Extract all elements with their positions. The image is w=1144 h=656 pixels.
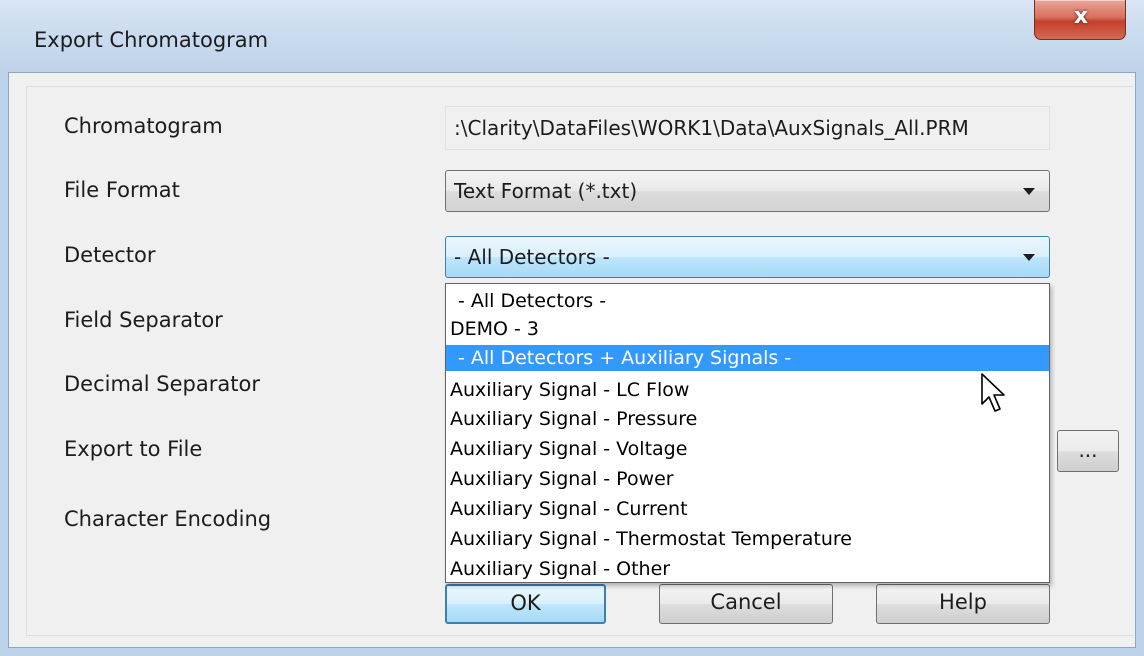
export-chromatogram-dialog: Export Chromatogram x Chromatogram :\Cla… [0, 0, 1144, 656]
mouse-pointer-icon [981, 373, 1005, 412]
export-to-file-label: Export to File [64, 437, 203, 461]
field-separator-label: Field Separator [64, 308, 223, 332]
chevron-down-icon [1023, 188, 1035, 195]
help-button[interactable]: Help [876, 584, 1050, 624]
detector-option[interactable]: DEMO - 3 [446, 316, 1049, 342]
detector-value: - All Detectors - [454, 245, 610, 269]
chromatogram-path-field: :\Clarity\DataFiles\WORK1\Data\AuxSignal… [445, 106, 1050, 150]
chromatogram-label: Chromatogram [64, 114, 223, 138]
detector-dropdown-list[interactable]: - All Detectors - DEMO - 3 - All Detecto… [445, 283, 1050, 583]
title-bar: Export Chromatogram x [0, 0, 1144, 72]
dialog-title: Export Chromatogram [34, 28, 269, 52]
file-format-select[interactable]: Text Format (*.txt) [445, 170, 1050, 212]
browse-button[interactable]: ... [1057, 430, 1119, 472]
close-icon: x [1073, 4, 1089, 29]
detector-option[interactable]: Auxiliary Signal - Voltage [446, 436, 1049, 462]
detector-option[interactable]: Auxiliary Signal - Current [446, 496, 1049, 522]
decimal-separator-label: Decimal Separator [64, 372, 260, 396]
detector-option[interactable]: Auxiliary Signal - Pressure [446, 406, 1049, 432]
detector-option[interactable]: Auxiliary Signal - Other [446, 556, 1049, 582]
detector-option[interactable]: Auxiliary Signal - Thermostat Temperatur… [446, 526, 1049, 552]
detector-option[interactable]: Auxiliary Signal - LC Flow [446, 377, 1049, 403]
close-button[interactable]: x [1034, 0, 1126, 40]
ok-button[interactable]: OK [445, 584, 606, 624]
detector-label: Detector [64, 243, 156, 267]
detector-option-highlighted[interactable]: - All Detectors + Auxiliary Signals - [446, 345, 1049, 371]
cancel-button[interactable]: Cancel [659, 584, 833, 624]
detector-option[interactable]: Auxiliary Signal - Power [446, 466, 1049, 492]
detector-select[interactable]: - All Detectors - [445, 236, 1050, 278]
file-format-label: File Format [64, 178, 180, 202]
chevron-down-icon [1023, 254, 1035, 261]
detector-option[interactable]: - All Detectors - [446, 288, 1049, 314]
character-encoding-label: Character Encoding [64, 507, 272, 531]
file-format-value: Text Format (*.txt) [454, 179, 638, 203]
